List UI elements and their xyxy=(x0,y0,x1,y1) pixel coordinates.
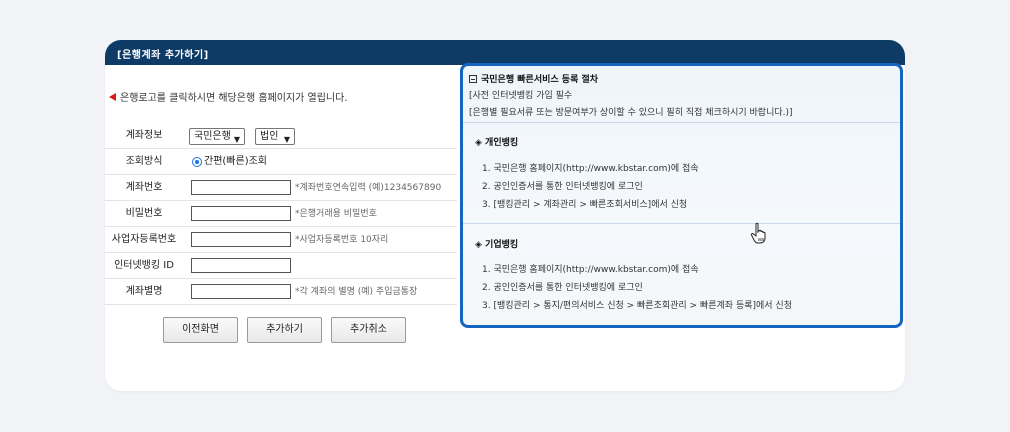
personal-step-1: 1. 국민은행 홈페이지(http://www.kbstar.com)에 접속 xyxy=(482,164,699,174)
account-number-input[interactable] xyxy=(191,180,291,195)
panel-line-2: [은행별 필요서류 또는 방문여부가 상이할 수 있으니 필히 직접 체크하시기… xyxy=(469,108,793,118)
bizno-input[interactable] xyxy=(191,232,291,247)
query-method-label: 조회방식 xyxy=(125,156,163,167)
left-arrow-icon xyxy=(109,92,116,101)
add-button[interactable]: 추가하기 xyxy=(247,317,322,343)
ibank-id-label: 인터넷뱅킹 ID xyxy=(114,260,174,271)
alias-hint: *각 계좌의 별명 (예) 주입금통장 xyxy=(295,287,418,297)
notice: 은행로고를 클릭하시면 해당은행 홈페이지가 열립니다. xyxy=(109,89,348,104)
bank-select-value: 국민은행 xyxy=(194,131,231,142)
personal-step-3: 3. [뱅킹관리 > 계좌관리 > 빠른조회서비스]에서 신청 xyxy=(482,200,688,210)
ibank-id-input[interactable] xyxy=(191,258,291,273)
hand-cursor-icon xyxy=(750,222,766,244)
row-ibank-id: 인터넷뱅킹 ID xyxy=(105,253,457,279)
divider xyxy=(463,223,900,224)
row-password: 비밀번호 *은행거래용 비밀번호 xyxy=(105,201,457,227)
panel-title-text: 국민은행 빠른서비스 등록 절차 xyxy=(481,75,599,85)
alias-label: 계좌별명 xyxy=(125,286,163,297)
account-info-label: 계좌정보 xyxy=(125,130,163,141)
personal-banking-title: ◈ 개인뱅킹 xyxy=(475,138,519,148)
square-icon xyxy=(469,74,477,83)
password-label: 비밀번호 xyxy=(125,208,163,219)
corporate-step-2: 2. 공인인증서를 통한 인터넷뱅킹에 로그인 xyxy=(482,283,643,293)
personal-step-2: 2. 공인인증서를 통한 인터넷뱅킹에 로그인 xyxy=(482,182,643,192)
row-query-method: 조회방식 간편(빠른)조회 xyxy=(105,149,457,175)
password-input[interactable] xyxy=(191,206,291,221)
bizno-label: 사업자등록번호 xyxy=(111,234,177,245)
type-select[interactable]: 법인 ▼ xyxy=(255,128,295,145)
query-method-option[interactable]: 간편(빠른)조회 xyxy=(204,149,267,175)
bank-select[interactable]: 국민은행 ▼ xyxy=(189,128,245,145)
card-header: [은행계좌 추가하기] xyxy=(105,40,905,65)
type-select-value: 법인 xyxy=(260,131,279,142)
row-account-info: 계좌정보 국민은행 ▼ 법인 ▼ xyxy=(105,123,457,149)
panel-title: 국민은행 빠른서비스 등록 절차 xyxy=(469,72,598,85)
password-hint: *은행거래용 비밀번호 xyxy=(295,209,377,219)
query-method-radio[interactable] xyxy=(192,157,202,167)
alias-input[interactable] xyxy=(191,284,291,299)
cancel-button[interactable]: 추가취소 xyxy=(331,317,406,343)
row-account-number: 계좌번호 *계좌번호연속입력 (예)1234567890 xyxy=(105,175,457,201)
page-title: [은행계좌 추가하기] xyxy=(117,50,209,61)
divider xyxy=(463,122,900,123)
account-number-hint: *계좌번호연속입력 (예)1234567890 xyxy=(295,183,442,193)
notice-text: 은행로고를 클릭하시면 해당은행 홈페이지가 열립니다. xyxy=(120,93,348,104)
bizno-hint: *사업자등록번호 10자리 xyxy=(295,235,389,245)
kb-fast-service-panel: 국민은행 빠른서비스 등록 절차 [사전 인터넷뱅킹 가입 필수 [은행별 필요… xyxy=(460,63,903,328)
prev-button[interactable]: 이전화면 xyxy=(163,317,238,343)
row-bizno: 사업자등록번호 *사업자등록번호 10자리 xyxy=(105,227,457,253)
corporate-step-1: 1. 국민은행 홈페이지(http://www.kbstar.com)에 접속 xyxy=(482,265,699,275)
corporate-step-3: 3. [뱅킹관리 > 통지/편의서비스 신청 > 빠른조회관리 > 빠른계좌 등… xyxy=(482,301,792,311)
panel-line-1: [사전 인터넷뱅킹 가입 필수 xyxy=(469,91,573,101)
account-number-label: 계좌번호 xyxy=(125,182,163,193)
row-alias: 계좌별명 *각 계좌의 별명 (예) 주입금통장 xyxy=(105,279,457,305)
chevron-down-icon: ▼ xyxy=(283,135,290,144)
chevron-down-icon: ▼ xyxy=(233,135,240,144)
corporate-banking-title: ◈ 기업뱅킹 xyxy=(475,240,519,250)
